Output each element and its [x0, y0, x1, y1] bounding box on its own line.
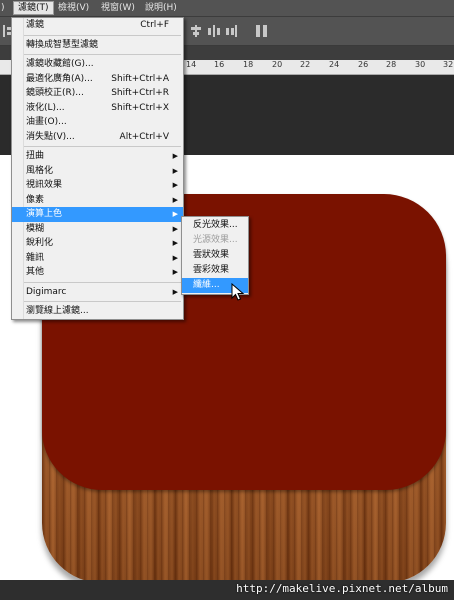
menu-filter[interactable]: 濾鏡(T) — [13, 1, 54, 15]
ruler-tick: 24 — [329, 60, 340, 69]
submenu-arrow-icon: ▶ — [172, 287, 178, 296]
menu-item-noise[interactable]: 雜訊 ▶ — [12, 251, 183, 266]
submenu-arrow-icon: ▶ — [172, 195, 178, 204]
submenu-item-difference-clouds[interactable]: 雲彩效果 — [182, 263, 248, 278]
menu-separator — [24, 54, 181, 55]
ruler-tick: 16 — [214, 60, 225, 69]
menu-separator — [24, 34, 181, 36]
menu-help[interactable]: 說明(H) — [141, 2, 181, 14]
submenu-arrow-icon: ▶ — [172, 166, 178, 175]
distribute-icon[interactable] — [208, 25, 220, 37]
menu-item-stylize[interactable]: 風格化 ▶ — [12, 164, 183, 179]
menu-item-digimarc[interactable]: Digimarc ▶ — [12, 285, 183, 300]
submenu-item-lens-flare[interactable]: 反光效果... — [182, 218, 248, 233]
ruler-tick: 20 — [272, 60, 283, 69]
submenu-item-clouds[interactable]: 雲狀效果 — [182, 248, 248, 263]
menu-item-vanishing-point[interactable]: 消失點(V)... Alt+Ctrl+V — [12, 130, 183, 145]
menu-item-last-filter[interactable]: 濾鏡 Ctrl+F — [12, 18, 183, 33]
submenu-arrow-icon: ▶ — [172, 152, 178, 160]
submenu-arrow-icon: ▶ — [172, 253, 178, 262]
menu-item-video[interactable]: 視訊效果 ▶ — [12, 178, 183, 193]
mouse-pointer-icon — [231, 283, 245, 301]
menu-item-browse-filters-online[interactable]: 瀏覽線上濾鏡... — [12, 304, 183, 319]
ruler-tick: 18 — [243, 60, 254, 69]
ruler-tick: 14 — [186, 60, 197, 69]
distribute-right-icon[interactable] — [226, 25, 238, 37]
align-center-icon[interactable] — [190, 25, 202, 37]
submenu-item-lighting-effects: 光源效果... — [193, 235, 238, 245]
menu-item-other[interactable]: 其他 ▶ — [12, 265, 183, 280]
menu-item-filter-gallery[interactable]: 濾鏡收藏館(G)... — [12, 57, 183, 72]
submenu-arrow-icon: ▶ — [172, 210, 178, 218]
menu-prev-item[interactable]: ) — [0, 2, 9, 14]
watermark-text: http://makelive.pixnet.net/album — [236, 582, 448, 595]
ruler-tick: 32 — [443, 60, 454, 69]
menu-item-oil-paint[interactable]: 油畫(O)... — [12, 115, 183, 130]
ruler-tick: 22 — [300, 60, 311, 69]
menu-item-adaptive-wide-angle[interactable]: 最適化廣角(A)... Shift+Ctrl+A — [12, 72, 183, 87]
menu-window[interactable]: 視窗(W) — [97, 2, 139, 14]
menu-item-convert-smart-filter[interactable]: 轉換成智慧型濾鏡 — [12, 38, 183, 53]
submenu-arrow-icon: ▶ — [172, 224, 178, 233]
ruler-tick: 26 — [358, 60, 369, 69]
menu-item-pixelate[interactable]: 像素 ▶ — [12, 193, 183, 208]
menu-bar: ) 濾鏡(T) 檢視(V) 視窗(W) 說明(H) — [0, 0, 454, 17]
menu-item-sharpen[interactable]: 銳利化 ▶ — [12, 236, 183, 251]
menu-separator — [24, 301, 181, 302]
ruler-tick: 28 — [386, 60, 397, 69]
menu-item-blur[interactable]: 模糊 ▶ — [12, 222, 183, 237]
menu-item-distort[interactable]: 扭曲 ▶ — [12, 149, 183, 164]
submenu-arrow-icon: ▶ — [172, 268, 178, 276]
menu-view[interactable]: 檢視(V) — [54, 2, 93, 14]
ruler-tick: 30 — [415, 60, 426, 69]
menu-item-render[interactable]: 演算上色 ▶ — [12, 207, 183, 222]
filter-menu: 濾鏡 Ctrl+F 轉換成智慧型濾鏡 濾鏡收藏館(G)... 最適化廣角(A)..… — [11, 17, 184, 320]
menu-separator — [24, 281, 181, 283]
menu-item-lens-correction[interactable]: 鏡頭校正(R)... Shift+Ctrl+R — [12, 86, 183, 101]
menu-separator — [24, 146, 181, 147]
submenu-arrow-icon: ▶ — [172, 181, 178, 189]
menu-item-liquify[interactable]: 液化(L)... Shift+Ctrl+X — [12, 101, 183, 116]
auto-align-icon[interactable] — [256, 25, 268, 37]
submenu-arrow-icon: ▶ — [172, 239, 178, 247]
